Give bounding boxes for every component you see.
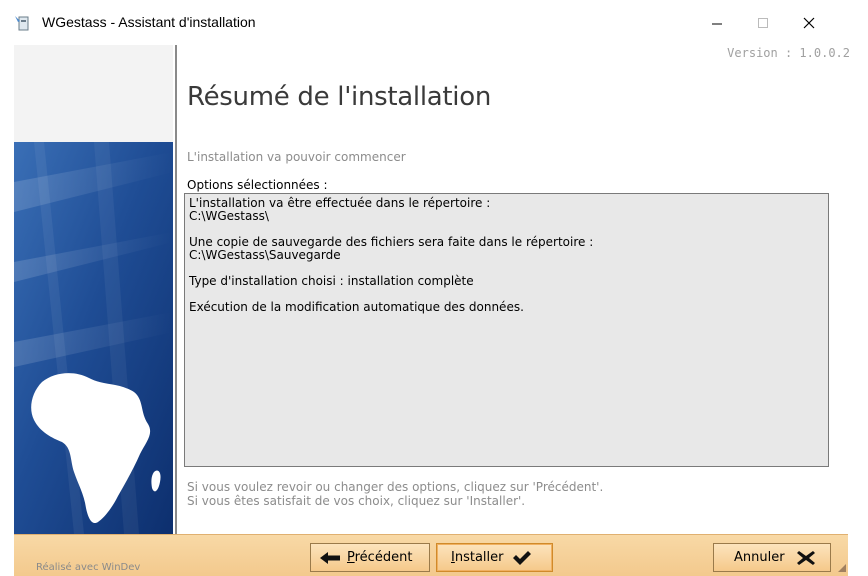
africa-map-banner: [14, 142, 173, 534]
cancel-x-icon: [796, 550, 815, 565]
minimize-button[interactable]: [694, 0, 740, 45]
options-summary-box[interactable]: L'installation va être effectuée dans le…: [184, 193, 829, 467]
instructions-line-1: Si vous voulez revoir ou changer des opt…: [187, 480, 604, 494]
install-button[interactable]: Installer: [436, 543, 553, 572]
installer-icon: [15, 16, 29, 31]
maximize-icon: [758, 17, 768, 28]
page-title: Résumé de l'installation: [187, 82, 492, 112]
made-with-label: Réalisé avec WinDev: [36, 562, 141, 573]
cancel-button[interactable]: Annuler: [713, 543, 831, 572]
panel-divider: [175, 45, 177, 534]
intro-text: L'installation va pouvoir commencer: [187, 150, 406, 164]
instructions-text: Si vous voulez revoir ou changer des opt…: [187, 480, 603, 508]
previous-button[interactable]: Précédent: [310, 543, 430, 572]
title-bar: WGestass - Assistant d'installation: [0, 0, 868, 45]
window-title: WGestass - Assistant d'installation: [42, 14, 256, 30]
previous-button-label: Précédent: [347, 550, 413, 565]
close-button[interactable]: [786, 0, 832, 45]
arrow-left-icon: [320, 551, 340, 564]
resize-grip-icon[interactable]: [838, 564, 846, 572]
maximize-button: [740, 0, 786, 45]
wizard-side-panel: [14, 45, 173, 534]
checkmark-icon: [512, 550, 531, 565]
cancel-button-label: Annuler: [734, 550, 785, 565]
options-label: Options sélectionnées :: [187, 178, 328, 192]
close-icon: [803, 17, 815, 28]
minimize-icon: [712, 23, 722, 24]
install-button-label: Installer: [451, 550, 504, 565]
version-label: Version : 1.0.0.2: [727, 46, 850, 60]
instructions-line-2: Si vous êtes satisfait de vos choix, cli…: [187, 494, 526, 508]
